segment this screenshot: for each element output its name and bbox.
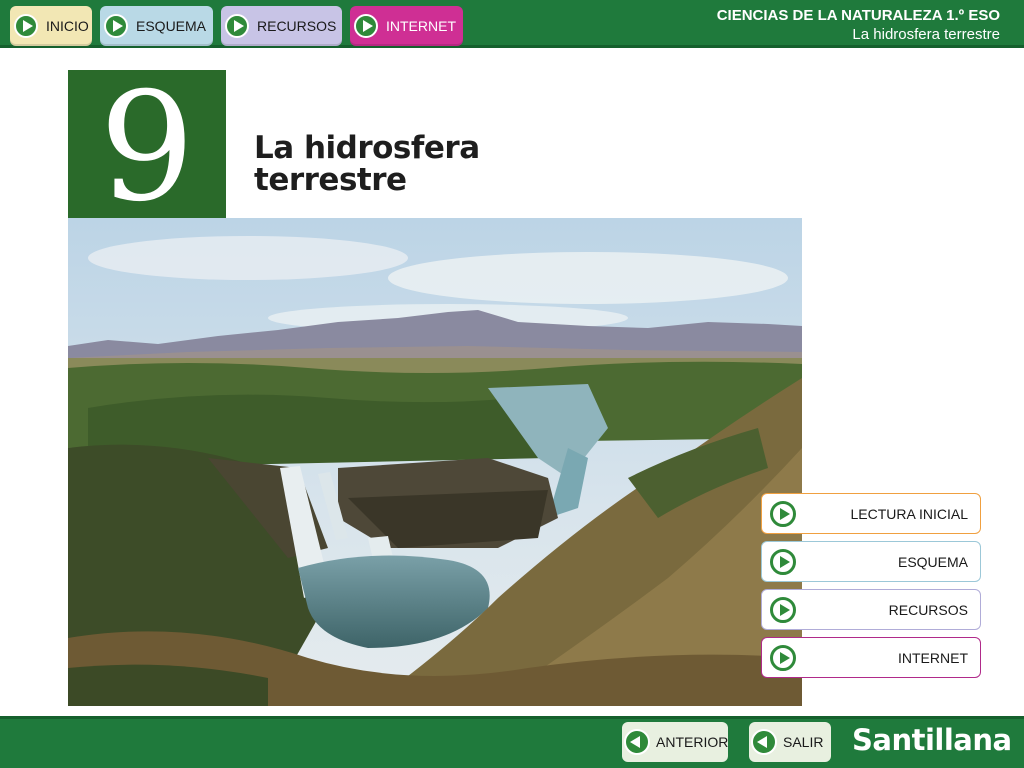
back-arrow-icon xyxy=(624,729,650,755)
top-navigation: INICIO ESQUEMA RECURSOS INTERNET xyxy=(10,6,463,46)
nav-esquema-label: ESQUEMA xyxy=(136,18,207,34)
menu-internet-label: INTERNET xyxy=(898,649,968,666)
menu-esquema-label: ESQUEMA xyxy=(897,553,968,570)
menu-esquema-button[interactable]: ESQUEMA xyxy=(761,541,981,582)
course-title: CIENCIAS DE LA NATURALEZA 1.º ESO xyxy=(716,7,1000,24)
unit-subtitle: La hidrosfera terrestre xyxy=(852,26,1000,43)
play-icon xyxy=(770,548,796,575)
play-icon xyxy=(770,644,796,671)
nav-recursos-button[interactable]: RECURSOS xyxy=(221,6,342,46)
salir-button[interactable]: SALIR xyxy=(749,722,831,762)
salir-label: SALIR xyxy=(783,734,824,750)
header-text: CIENCIAS DE LA NATURALEZA 1.º ESO La hid… xyxy=(717,7,1000,45)
chapter-number: 9 xyxy=(99,61,195,235)
anterior-label: ANTERIOR xyxy=(656,734,729,750)
nav-inicio-button[interactable]: INICIO xyxy=(10,6,92,46)
chapter-number-box: 9 xyxy=(68,61,226,235)
menu-recursos-button[interactable]: RECURSOS xyxy=(761,589,981,630)
nav-recursos-label: RECURSOS xyxy=(257,18,337,34)
menu-internet-button[interactable]: INTERNET xyxy=(761,637,981,678)
top-bar: INICIO ESQUEMA RECURSOS INTERNET CIENCIA… xyxy=(0,0,1024,48)
santillana-logo: Santillana xyxy=(852,723,1012,757)
play-icon xyxy=(770,596,796,623)
section-menu: LECTURA INICIAL ESQUEMA RECURSOS INTERNE… xyxy=(761,493,981,685)
nav-esquema-button[interactable]: ESQUEMA xyxy=(100,6,213,46)
play-icon xyxy=(104,14,128,38)
play-icon xyxy=(354,14,378,38)
nav-inicio-label: INICIO xyxy=(46,18,89,34)
play-icon xyxy=(770,500,796,527)
waterfall-landscape-photo xyxy=(68,218,802,706)
play-icon xyxy=(225,14,249,38)
chapter-title-line1: La hidrosfera xyxy=(254,130,480,166)
nav-internet-button[interactable]: INTERNET xyxy=(350,6,463,46)
menu-lectura-inicial-label: LECTURA INICIAL xyxy=(850,505,968,522)
menu-lectura-inicial-button[interactable]: LECTURA INICIAL xyxy=(761,493,981,534)
chapter-title: La hidrosfera terrestre xyxy=(254,132,480,196)
menu-recursos-label: RECURSOS xyxy=(888,601,968,618)
back-arrow-icon xyxy=(751,729,777,755)
anterior-button[interactable]: ANTERIOR xyxy=(622,722,728,762)
nav-internet-label: INTERNET xyxy=(386,18,456,34)
play-icon xyxy=(14,14,38,38)
chapter-title-line2: terrestre xyxy=(254,162,407,198)
